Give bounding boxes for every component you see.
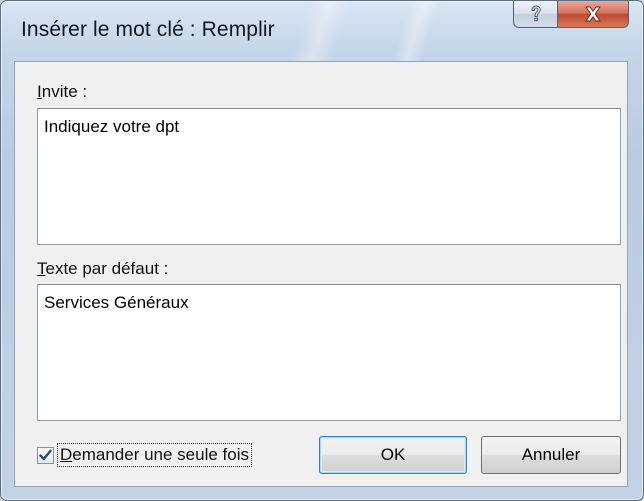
checkmark-icon <box>39 449 52 461</box>
dialog-client-area: Invite : Indiquez votre dpt Texte par dé… <box>14 61 628 487</box>
ask-once-label[interactable]: Demander une seule fois <box>56 443 253 467</box>
prompt-label: Invite : <box>37 82 87 102</box>
title-bar[interactable]: Insérer le mot clé : Remplir <box>1 1 643 61</box>
ok-button[interactable]: OK <box>319 436 467 474</box>
default-text-label-text: exte par défaut : <box>45 259 169 278</box>
caption-buttons <box>513 1 629 28</box>
default-text-textarea[interactable]: Services Généraux <box>37 284 621 421</box>
dialog-window: Insérer le mot clé : Remplir Invite : In… <box>0 0 644 501</box>
ask-once-label-accesskey: D <box>60 445 73 464</box>
ask-once-label-text: emander une seule fois <box>72 445 250 464</box>
ask-once-option[interactable]: Demander une seule fois <box>37 443 253 467</box>
prompt-label-text: nvite : <box>41 82 88 101</box>
help-button[interactable] <box>513 1 557 28</box>
cancel-button[interactable]: Annuler <box>481 436 621 474</box>
close-x-icon <box>585 6 601 22</box>
close-button[interactable] <box>557 1 629 28</box>
help-question-icon <box>531 5 541 22</box>
dialog-title: Insérer le mot clé : Remplir <box>21 18 275 41</box>
prompt-textarea[interactable]: Indiquez votre dpt <box>37 108 621 245</box>
ask-once-checkbox[interactable] <box>37 446 54 464</box>
default-text-label-accesskey: T <box>37 259 46 278</box>
default-text-label: Texte par défaut : <box>37 259 168 279</box>
